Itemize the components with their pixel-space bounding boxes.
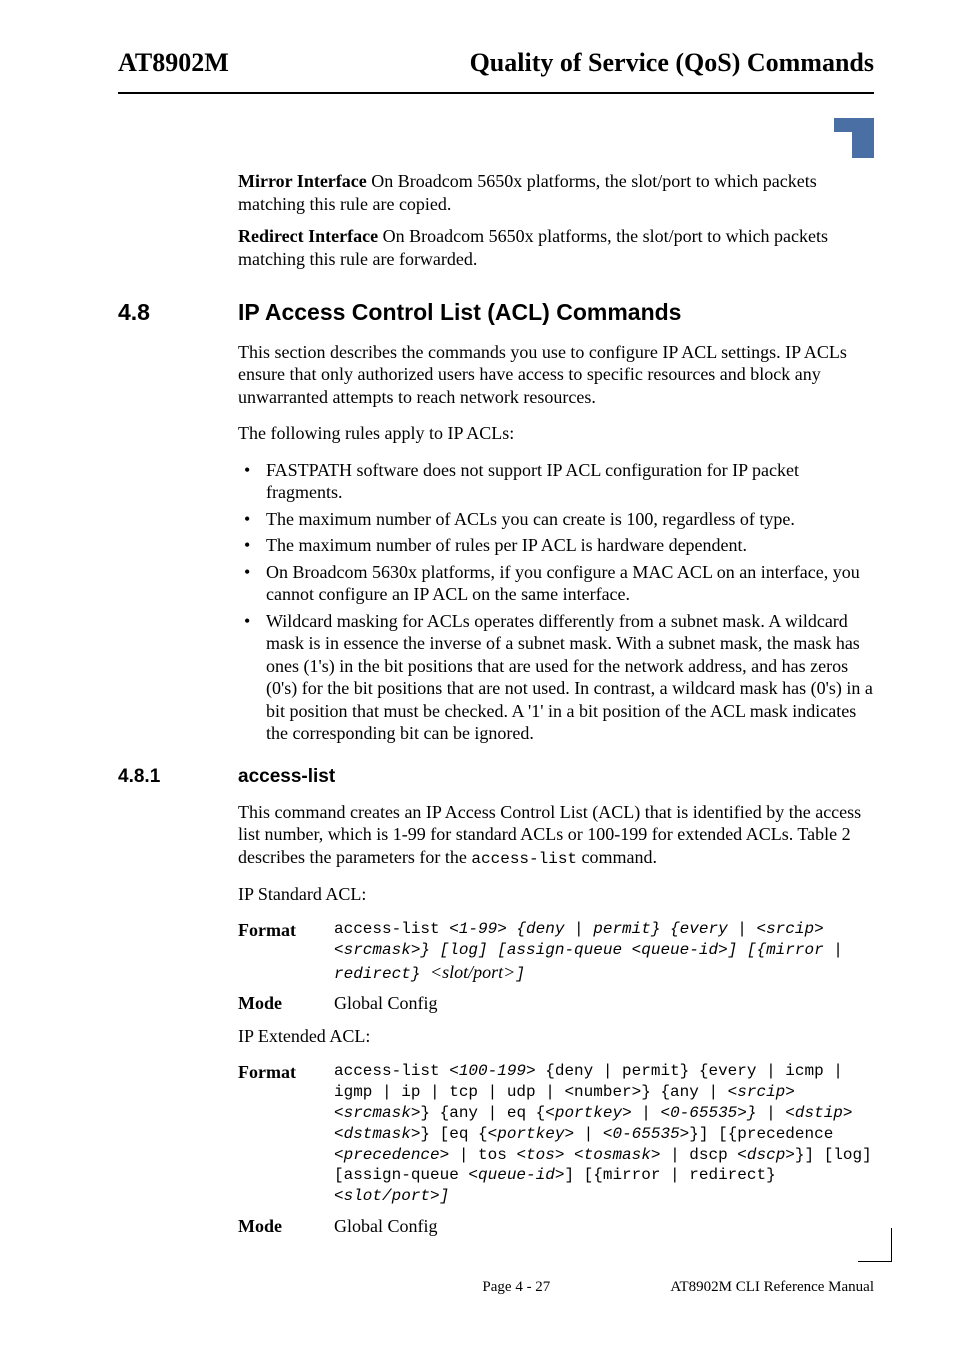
- section-intro: This section describes the commands you …: [238, 341, 874, 409]
- page-footer: Page 4 - 27 AT8902M CLI Reference Manual: [118, 1279, 874, 1296]
- subsection-description: This command creates an IP Access Contro…: [238, 801, 874, 869]
- header-right: Quality of Service (QoS) Commands: [470, 48, 874, 78]
- header-rule: [118, 92, 874, 94]
- list-item: The maximum number of rules per IP ACL i…: [238, 534, 874, 557]
- page-header: AT8902M Quality of Service (QoS) Command…: [118, 48, 874, 78]
- list-item: Wildcard masking for ACLs operates diffe…: [238, 610, 874, 745]
- format-row: Format access-list <100-199> {deny | per…: [238, 1061, 874, 1207]
- definition-label: Mirror Interface: [238, 171, 367, 191]
- footer-manual-title: AT8902M CLI Reference Manual: [670, 1279, 874, 1296]
- format-value: access-list <1-99> {deny | permit} {ever…: [334, 919, 874, 984]
- extended-acl-label: IP Extended ACL:: [238, 1025, 874, 1048]
- mode-label: Mode: [238, 1215, 334, 1238]
- definition-list: Mirror Interface On Broadcom 5650x platf…: [238, 170, 874, 270]
- mode-row: Mode Global Config: [238, 992, 874, 1015]
- mode-value: Global Config: [334, 1215, 874, 1238]
- mode-row: Mode Global Config: [238, 1215, 874, 1238]
- subsection-heading: 4.8.1 access-list: [118, 765, 874, 789]
- definition-item: Redirect Interface On Broadcom 5650x pla…: [238, 225, 874, 270]
- page-content: Mirror Interface On Broadcom 5650x platf…: [118, 170, 874, 1245]
- list-item: The maximum number of ACLs you can creat…: [238, 508, 874, 531]
- inline-code: access-list: [471, 850, 577, 868]
- definition-item: Mirror Interface On Broadcom 5650x platf…: [238, 170, 874, 215]
- format-label: Format: [238, 919, 334, 984]
- rules-lead: The following rules apply to IP ACLs:: [238, 422, 874, 445]
- mode-label: Mode: [238, 992, 334, 1015]
- format-label: Format: [238, 1061, 334, 1207]
- subsection-title: access-list: [238, 765, 335, 789]
- corner-mark-icon: [834, 118, 874, 158]
- rules-list: FASTPATH software does not support IP AC…: [238, 459, 874, 745]
- crop-mark-icon: [858, 1228, 892, 1262]
- format-value: access-list <100-199> {deny | permit} {e…: [334, 1061, 874, 1207]
- footer-page-number: Page 4 - 27: [482, 1279, 550, 1296]
- subsection-number: 4.8.1: [118, 765, 238, 789]
- section-title: IP Access Control List (ACL) Commands: [238, 298, 681, 327]
- header-left: AT8902M: [118, 48, 229, 78]
- section-heading: 4.8 IP Access Control List (ACL) Command…: [118, 298, 874, 327]
- mode-value: Global Config: [334, 992, 874, 1015]
- list-item: On Broadcom 5630x platforms, if you conf…: [238, 561, 874, 606]
- format-row: Format access-list <1-99> {deny | permit…: [238, 919, 874, 984]
- list-item: FASTPATH software does not support IP AC…: [238, 459, 874, 504]
- definition-label: Redirect Interface: [238, 226, 378, 246]
- standard-acl-label: IP Standard ACL:: [238, 883, 874, 906]
- section-number: 4.8: [118, 298, 238, 327]
